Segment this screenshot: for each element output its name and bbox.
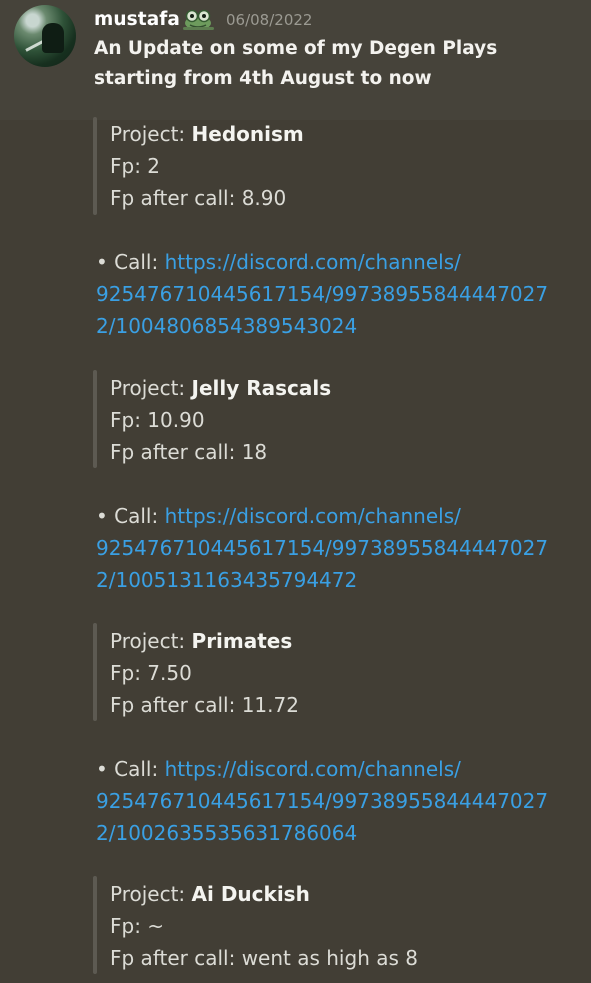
fp-after-line: Fp after call: went as high as 8 — [110, 946, 418, 970]
call-label: • Call: — [96, 757, 159, 781]
fp-after-line: Fp after call: 8.90 — [110, 186, 287, 210]
message-headline-line-2: starting from 4th August to now — [94, 68, 432, 89]
fp-after-line: Fp after call: 11.72 — [110, 693, 299, 717]
avatar[interactable] — [14, 5, 76, 67]
call-label: • Call: — [96, 250, 159, 274]
project-line: Project: Ai Duckish — [110, 882, 310, 906]
message-timestamp: 06/08/2022 — [226, 11, 313, 29]
project-label: Project: — [110, 376, 186, 400]
project-name: Ai Duckish — [191, 882, 310, 906]
call-link[interactable]: https://discord.com/channels/ — [165, 504, 461, 528]
call-line: • Call: https://discord.com/channels/ — [96, 250, 461, 274]
call-link-continued[interactable]: 925476710445617154/99738955844447027 — [96, 282, 548, 306]
project-label: Project: — [110, 629, 186, 653]
project-line: Project: Hedonism — [110, 122, 304, 146]
project-label: Project: — [110, 882, 186, 906]
fp-line: Fp: 10.90 — [110, 408, 205, 432]
fp-line: Fp: 7.50 — [110, 661, 192, 685]
message-headline-line-1: An Update on some of my Degen Plays — [94, 38, 498, 59]
call-link-continued[interactable]: 925476710445617154/99738955844447027 — [96, 536, 548, 560]
call-line: • Call: https://discord.com/channels/ — [96, 757, 461, 781]
call-link-end[interactable]: 2/1002635535631786064 — [96, 821, 357, 845]
fp-line: Fp: 2 — [110, 154, 161, 178]
call-link[interactable]: https://discord.com/channels/ — [165, 250, 461, 274]
quote-bar — [93, 876, 97, 974]
username[interactable]: mustafa — [94, 9, 180, 30]
call-link-continued[interactable]: 925476710445617154/99738955844447027 — [96, 789, 548, 813]
call-link-end[interactable]: 2/1004806854389543024 — [96, 314, 357, 338]
call-link-end[interactable]: 2/1005131163435794472 — [96, 568, 357, 592]
project-line: Project: Primates — [110, 629, 292, 653]
quote-bar — [93, 623, 97, 721]
call-line: • Call: https://discord.com/channels/ — [96, 504, 461, 528]
project-line: Project: Jelly Rascals — [110, 376, 331, 400]
project-name: Hedonism — [191, 122, 304, 146]
project-name: Primates — [191, 629, 293, 653]
frog-emoji-icon — [183, 9, 214, 30]
quote-bar — [93, 370, 97, 468]
call-link[interactable]: https://discord.com/channels/ — [165, 757, 461, 781]
call-label: • Call: — [96, 504, 159, 528]
avatar-figure — [42, 23, 64, 53]
fp-after-line: Fp after call: 18 — [110, 440, 268, 464]
project-label: Project: — [110, 122, 186, 146]
fp-line: Fp: ~ — [110, 914, 165, 938]
quote-bar — [93, 117, 97, 215]
project-name: Jelly Rascals — [191, 376, 332, 400]
